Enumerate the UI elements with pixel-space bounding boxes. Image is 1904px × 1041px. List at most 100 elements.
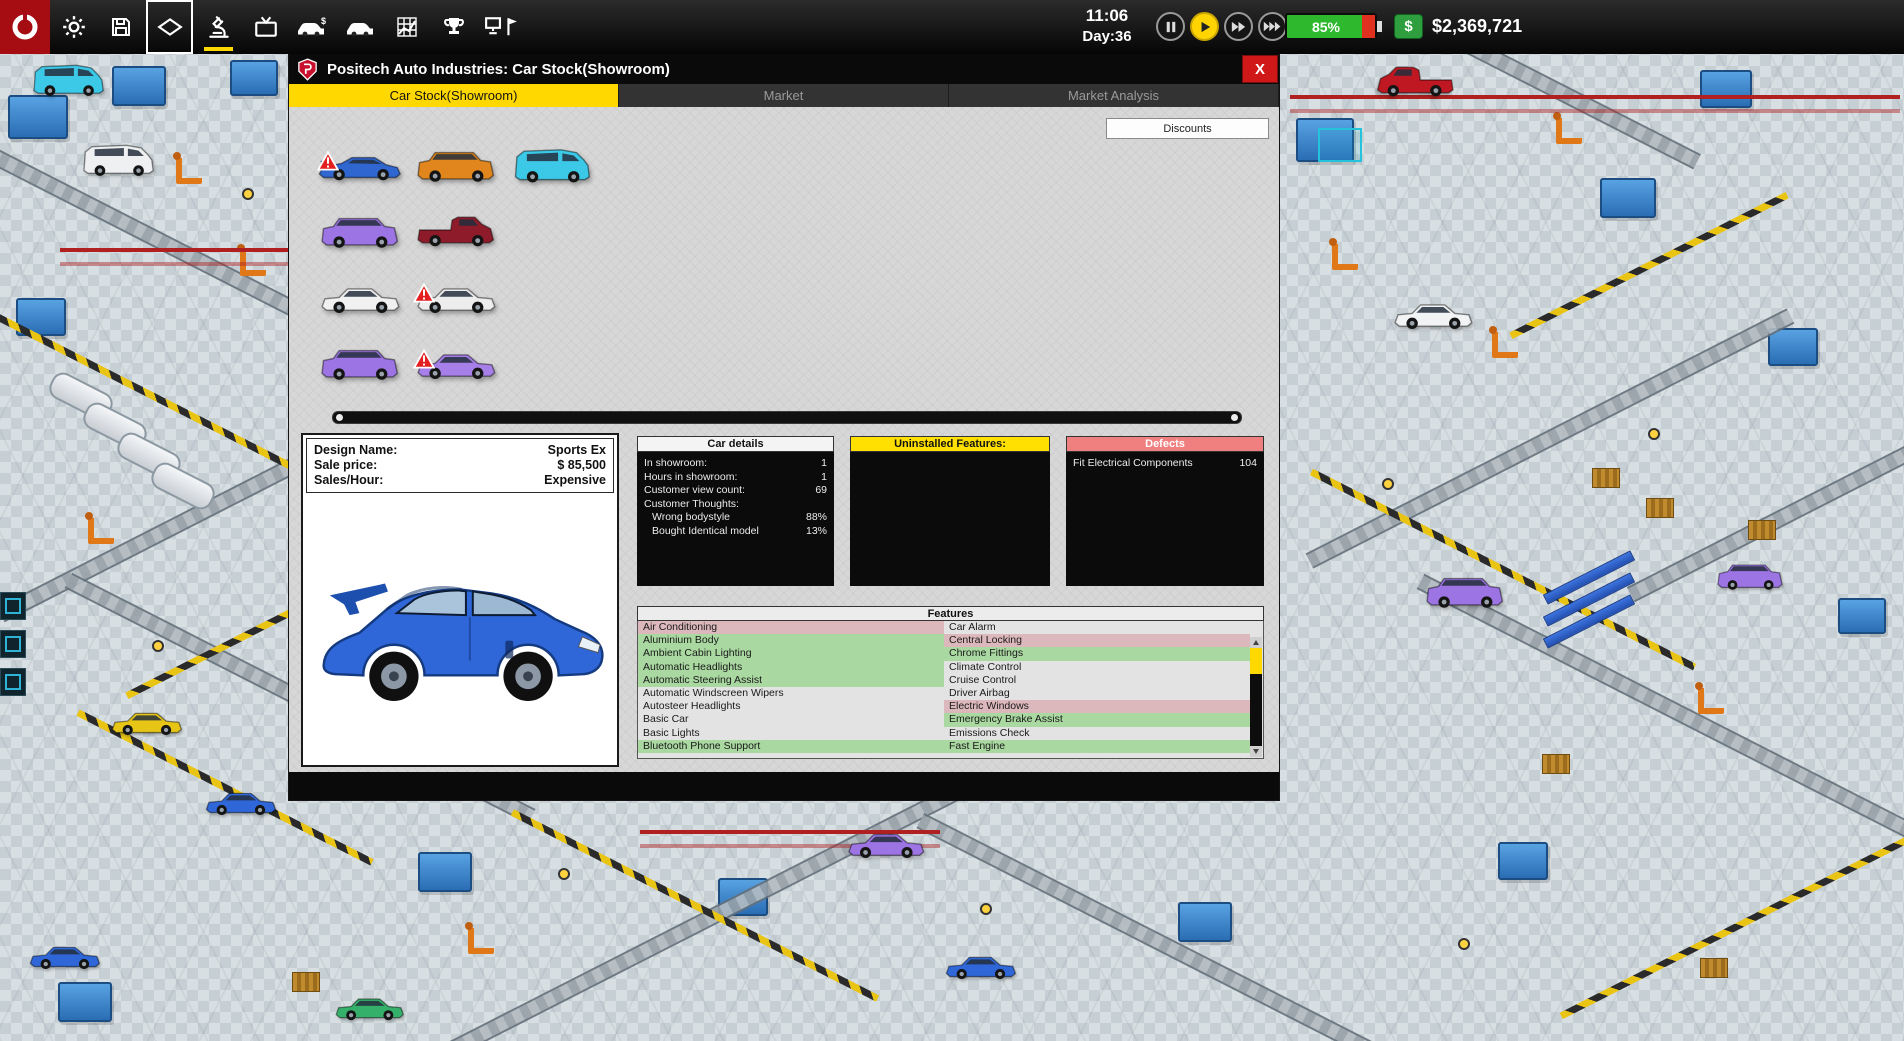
scroll-thumb[interactable] <box>1250 648 1262 674</box>
car-detail-row: Customer Thoughts: <box>644 498 827 512</box>
research-button[interactable] <box>195 0 242 54</box>
factory-belt <box>1306 308 1795 568</box>
side-panel-button[interactable] <box>0 592 26 620</box>
play-button[interactable] <box>1190 12 1219 41</box>
features-scrollbar[interactable] <box>1250 637 1262 757</box>
features-title: Features <box>637 606 1264 621</box>
factory-machine <box>1178 902 1232 942</box>
car-sales-button[interactable]: $ <box>289 0 336 54</box>
car-detail-row: Customer view count:69 <box>644 484 827 498</box>
feature-row: Basic Car <box>638 713 944 726</box>
showroom-car-suv[interactable] <box>311 197 407 261</box>
pause-button[interactable] <box>1156 12 1185 41</box>
scroll-down-icon[interactable] <box>1250 746 1262 757</box>
uninstalled-features-panel: Uninstalled Features: <box>850 436 1050 586</box>
feature-row: Emissions Check <box>944 727 1250 740</box>
factory-bgcar <box>106 700 185 742</box>
fastest-button[interactable] <box>1258 12 1287 41</box>
marketing-button[interactable] <box>242 0 289 54</box>
showroom-car-pickup[interactable] <box>407 197 503 261</box>
svg-text:$: $ <box>321 16 326 26</box>
car-design-button[interactable] <box>336 0 383 54</box>
showroom-car-sedan[interactable] <box>407 329 503 393</box>
power-percent: 85% <box>1312 19 1340 35</box>
selected-car-image <box>311 507 609 759</box>
factory-bgcar <box>1372 58 1460 105</box>
stats-button[interactable] <box>383 0 430 54</box>
scroll-up-icon[interactable] <box>1250 637 1262 648</box>
factory-robot <box>240 250 266 276</box>
app-logo-button[interactable] <box>0 0 50 54</box>
side-panel-button[interactable] <box>0 668 26 696</box>
displays-button[interactable] <box>477 0 524 54</box>
factory-machine <box>1498 842 1548 880</box>
factory-machine <box>1700 70 1752 108</box>
showroom-car-sedan[interactable] <box>407 263 503 327</box>
tab-market[interactable]: Market <box>619 84 949 107</box>
tab-bar: Car Stock(Showroom)MarketMarket Analysis <box>289 84 1279 107</box>
showroom-car-grid <box>311 131 599 393</box>
design-value: Sports Ex <box>548 443 606 458</box>
detail-label: Customer Thoughts: <box>644 498 739 512</box>
factory-machine <box>1838 598 1886 634</box>
discounts-button[interactable]: Discounts <box>1106 118 1269 139</box>
design-label: Sales/Hour: <box>314 473 383 488</box>
factory-machine <box>1600 178 1656 218</box>
factory-bgcar <box>1712 556 1787 596</box>
power-tip <box>1377 21 1382 32</box>
tab-car-stock-showroom[interactable]: Car Stock(Showroom) <box>289 84 619 107</box>
feature-row: Automatic Windscreen Wipers <box>638 687 944 700</box>
feature-row: Driver Airbag <box>944 687 1250 700</box>
positech-shield-icon <box>298 58 317 81</box>
feature-row: Aluminium Body <box>638 634 944 647</box>
design-row: Design Name:Sports Ex <box>314 443 606 458</box>
feature-row: Central Locking <box>944 634 1250 647</box>
factory-bgcar <box>1420 568 1508 615</box>
factory-machine <box>112 66 166 106</box>
achievements-button[interactable] <box>430 0 477 54</box>
detail-label: Wrong bodystyle <box>652 511 730 525</box>
features-column-right: Car AlarmCentral LockingChrome FittingsC… <box>944 621 1250 758</box>
factory-worker <box>1648 428 1660 440</box>
feature-row: Electric Windows <box>944 700 1250 713</box>
detail-label: Hours in showroom: <box>644 471 737 485</box>
pause-icon <box>1165 21 1177 33</box>
showroom-car-sedan[interactable] <box>311 263 407 327</box>
showroom-row <box>311 263 599 327</box>
factory-pallet <box>292 972 320 992</box>
design-value: Expensive <box>544 473 606 488</box>
factory-pallet <box>1748 520 1776 540</box>
marketing-icon <box>253 14 279 40</box>
showroom-car-suv[interactable] <box>407 131 503 195</box>
factory-pallet <box>1592 468 1620 488</box>
side-panel-button[interactable] <box>0 630 26 658</box>
design-button[interactable] <box>146 0 193 54</box>
showroom-car-van[interactable] <box>503 131 599 195</box>
factory-worker <box>1458 938 1470 950</box>
factory-bgcar <box>26 58 109 102</box>
factory-machine <box>1768 328 1818 366</box>
close-button[interactable]: X <box>1242 55 1278 83</box>
car-stock-window: Positech Auto Industries: Car Stock(Show… <box>289 54 1279 800</box>
showroom-car-sports[interactable] <box>311 131 407 195</box>
showroom-car-suv[interactable] <box>311 329 407 393</box>
horizontal-scrollbar[interactable] <box>332 411 1242 424</box>
window-footer <box>289 772 1279 800</box>
fast-forward-button[interactable] <box>1224 12 1253 41</box>
detail-value: 13% <box>806 525 827 539</box>
settings-button[interactable] <box>50 0 97 54</box>
feature-row: Autosteer Headlights <box>638 700 944 713</box>
factory-robot <box>468 928 494 954</box>
uninstalled-body <box>850 452 1050 586</box>
defects-title: Defects <box>1066 436 1264 452</box>
factory-tank <box>147 459 219 514</box>
detail-value: 69 <box>815 484 827 498</box>
side-panel-buttons <box>0 592 26 696</box>
showroom-row <box>311 329 599 393</box>
tab-market-analysis[interactable]: Market Analysis <box>949 84 1279 107</box>
design-card: Design Name:Sports ExSale price:$ 85,500… <box>301 433 619 767</box>
factory-beam <box>60 248 290 252</box>
achievements-icon <box>442 15 466 39</box>
save-button[interactable] <box>97 0 144 54</box>
scrollbar-left-dot <box>336 414 343 421</box>
